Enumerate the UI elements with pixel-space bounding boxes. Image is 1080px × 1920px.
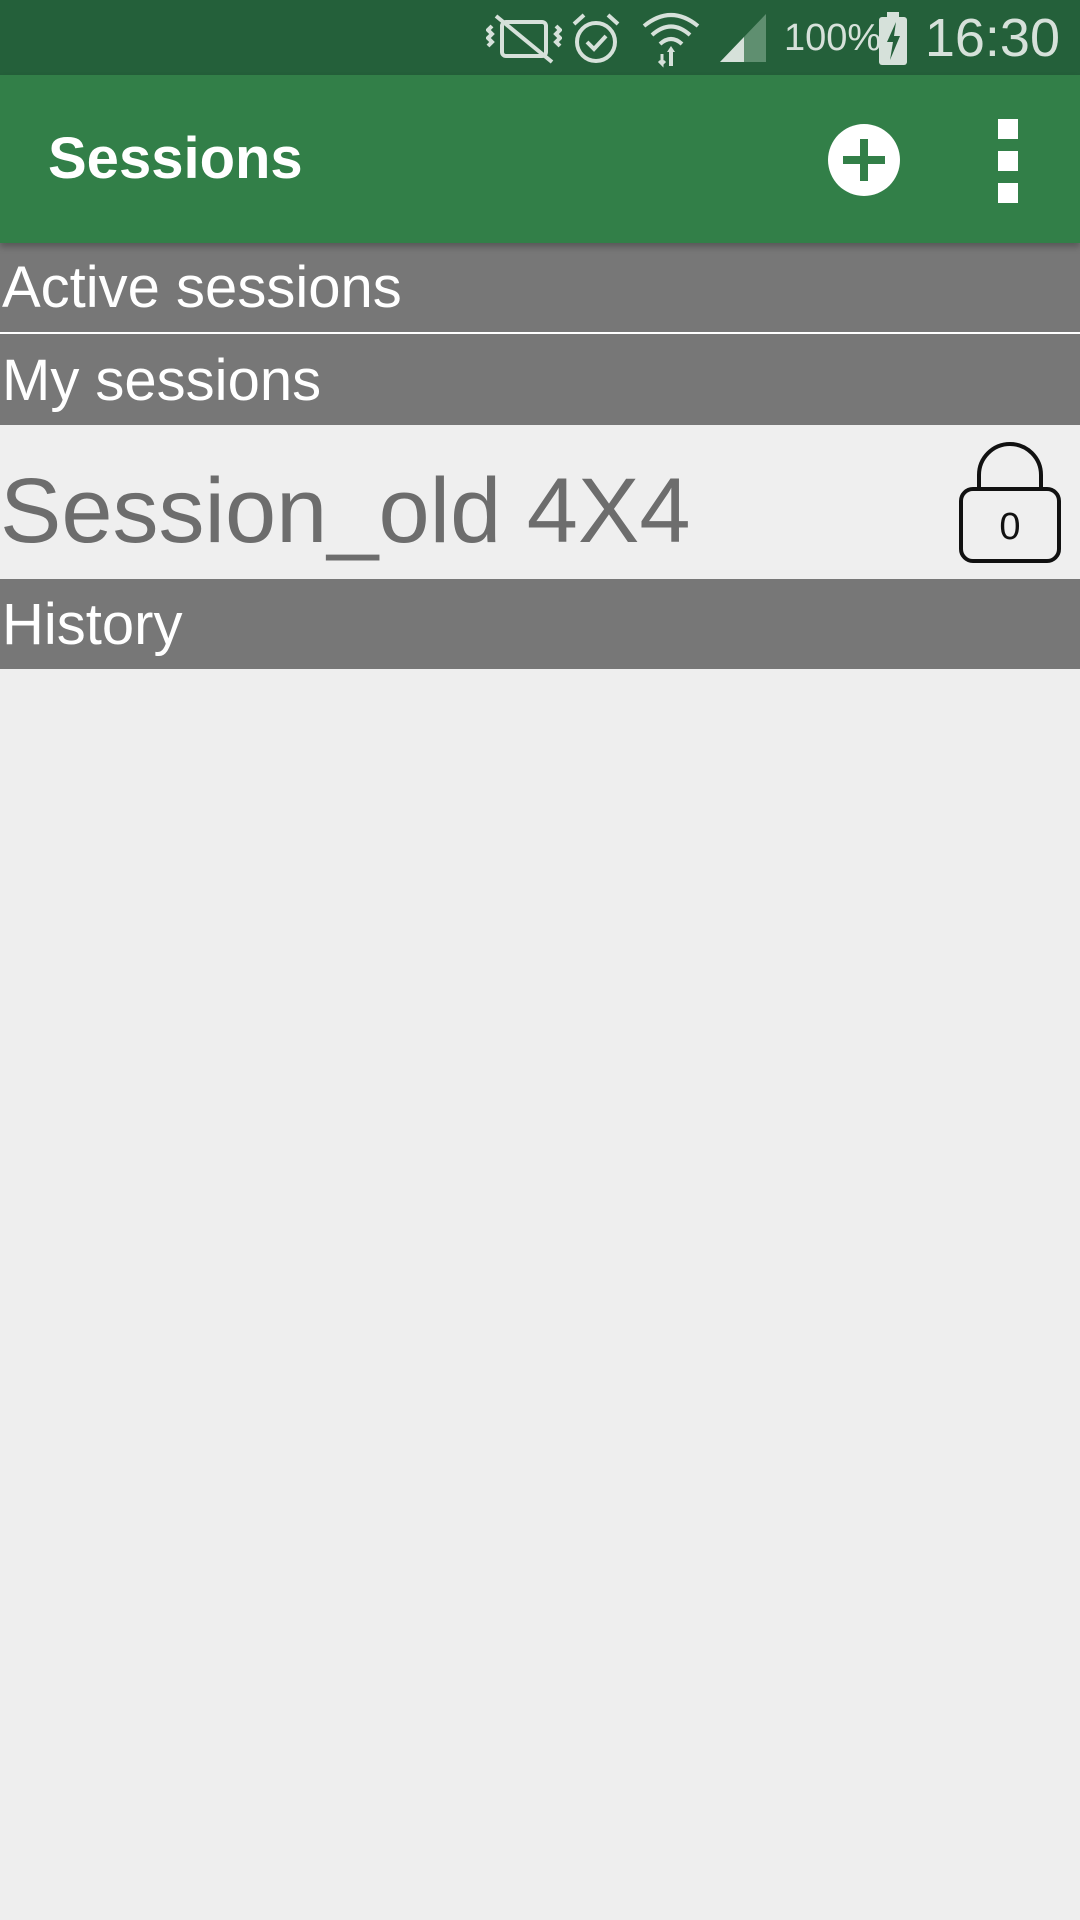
overflow-menu-button[interactable]	[985, 119, 1031, 203]
battery-percent: 100%	[784, 17, 882, 59]
add-circle-icon	[828, 124, 900, 196]
wifi-icon	[642, 13, 700, 68]
page-title: Sessions	[48, 126, 303, 191]
section-label: Active sessions	[2, 255, 402, 320]
more-vertical-icon	[998, 119, 1018, 139]
section-header-my-sessions[interactable]: My sessions	[0, 334, 1080, 425]
vibrate-mute-icon	[486, 14, 562, 64]
status-bar: 100% 16:30	[0, 0, 1080, 75]
alarm-icon	[572, 13, 620, 63]
section-label: History	[2, 592, 183, 657]
section-label: My sessions	[2, 348, 322, 413]
battery-charging-icon	[879, 12, 907, 65]
session-list-item[interactable]: Session_old 4X4 0	[0, 425, 1080, 579]
lock-icon[interactable]: 0	[957, 435, 1063, 565]
clock: 16:30	[924, 8, 1060, 68]
section-header-history[interactable]: History	[0, 579, 1080, 669]
section-header-active-sessions[interactable]: Active sessions	[0, 243, 1080, 332]
session-name: Session_old 4X4	[0, 460, 691, 562]
app-bar: Sessions	[0, 75, 1080, 243]
lock-count: 0	[999, 506, 1020, 548]
signal-icon	[720, 14, 766, 62]
add-session-button[interactable]	[825, 121, 903, 199]
